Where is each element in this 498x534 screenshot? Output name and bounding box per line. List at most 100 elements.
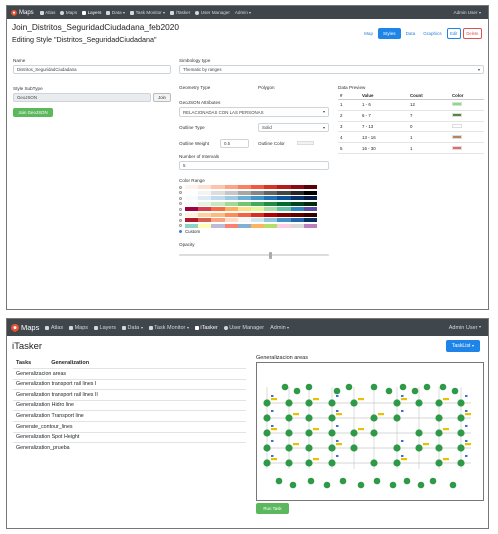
nav-task-monitor[interactable]: Task Monitor [148, 325, 189, 331]
color-ramp-swatch [250, 196, 265, 200]
nav-maps[interactable]: Maps [69, 325, 88, 331]
workflow-node [328, 399, 336, 407]
outline-type-label: Outline Type [179, 125, 205, 130]
nav-user-manager[interactable]: User Manager [195, 10, 230, 15]
tasklist-button[interactable]: TaskList [445, 340, 480, 352]
opacity-slider-thumb[interactable] [269, 251, 272, 259]
tab-map[interactable]: Map [361, 29, 376, 38]
color-range-option[interactable] [179, 185, 317, 189]
nav-itasker[interactable]: iTasker [170, 10, 190, 15]
monitor-icon [148, 325, 153, 330]
task-item[interactable]: Generalization Transport line [13, 410, 246, 420]
color-range-custom[interactable]: Custom [179, 229, 200, 234]
color-range-option[interactable] [179, 201, 317, 206]
nav-layers-label: Layers [87, 10, 102, 15]
outline-type-value: Solid [262, 125, 272, 130]
nav-layers[interactable]: Layers [82, 10, 101, 15]
run-task-button[interactable]: Run Task [256, 503, 289, 514]
color-range-radio[interactable] [179, 207, 182, 211]
nav-user-manager[interactable]: User Manager [223, 325, 264, 331]
brand-logo[interactable]: Maps [11, 323, 39, 332]
color-ramp-swatch [264, 196, 278, 200]
color-ramp-swatch [250, 207, 265, 211]
color-ramp-swatch [198, 190, 212, 195]
outline-color-picker[interactable] [297, 141, 314, 145]
nav-admin[interactable]: Admin [235, 10, 252, 15]
color-range-radio[interactable] [179, 224, 182, 227]
user-menu[interactable]: Admin User [449, 325, 481, 331]
color-range-option[interactable] [179, 218, 317, 222]
workflow-node [411, 387, 419, 395]
custom-radio[interactable] [179, 230, 182, 233]
wand-icon [170, 10, 175, 15]
color-ramp-swatch [185, 218, 199, 222]
workflow-node [305, 459, 313, 467]
name-input[interactable]: Distritos_SeguridadCiudadana [13, 65, 171, 74]
color-ramp-swatch [185, 185, 199, 189]
color-range-option[interactable] [179, 223, 317, 228]
range-color-swatch[interactable] [452, 102, 462, 107]
nav-data[interactable]: Data [122, 325, 143, 331]
color-range-option[interactable] [179, 196, 317, 200]
edit-button[interactable]: Edit [446, 28, 461, 39]
workflow-node [393, 399, 401, 407]
task-item[interactable]: Generate_contour_lines [13, 421, 246, 431]
simbology-type-select[interactable]: Thematic by ranges [179, 65, 484, 74]
nav-itasker[interactable]: iTasker [194, 325, 218, 331]
style-subtype-input[interactable]: GeoJSON [13, 93, 151, 102]
color-range-radio[interactable] [179, 213, 182, 216]
nav-admin[interactable]: Admin [270, 325, 290, 331]
task-item[interactable]: Generalization transport rail lines I [13, 378, 246, 389]
color-range-radio[interactable] [179, 191, 182, 194]
delete-button[interactable]: Delete [462, 28, 482, 39]
range-color-swatch[interactable] [452, 145, 462, 150]
color-ramp-swatch [290, 190, 304, 195]
color-range-radio[interactable] [179, 202, 182, 205]
task-item[interactable]: Generalization Hidro line [13, 399, 246, 410]
range-color-swatch[interactable] [452, 123, 462, 128]
color-range-option[interactable] [179, 207, 317, 211]
color-ramp-swatch [211, 201, 225, 206]
color-range-option[interactable] [179, 190, 317, 195]
table-cell: 3 [338, 121, 360, 133]
nav-layers[interactable]: Layers [94, 325, 116, 331]
number-of-intervals-input[interactable]: 5 [179, 161, 329, 170]
task-label-marker [271, 410, 274, 412]
task-item[interactable]: Generalization transport rail lines II [13, 389, 246, 399]
range-color-swatch[interactable] [452, 113, 462, 118]
tab-styles[interactable]: Styles [378, 28, 401, 39]
task-item[interactable]: Generalizacion areas [13, 368, 246, 378]
geojson-attributes-select[interactable]: RELACIONADAS CON LAS PERSONAS [179, 107, 329, 117]
nav-maps[interactable]: Maps [60, 10, 77, 15]
tab-graphics[interactable]: Graphics [420, 29, 444, 38]
task-label-marker [336, 455, 339, 457]
color-ramp-swatch [224, 201, 238, 206]
workflow-diagram[interactable] [256, 362, 484, 501]
nav-atlas[interactable]: Atlas [45, 325, 63, 331]
geometry-type-label: Geometry Type [179, 85, 211, 90]
task-label-marker [313, 458, 319, 461]
nav-task-monitor[interactable]: Task Monitor [130, 10, 166, 15]
brand-logo[interactable]: Maps [11, 9, 34, 16]
color-range-option[interactable] [179, 212, 317, 217]
nav-data[interactable]: Data [106, 10, 126, 15]
task-item[interactable]: Generalization Spot Height [13, 431, 246, 442]
join-geojson-button[interactable]: Join GeoJSON [13, 108, 53, 117]
color-range-radio[interactable] [179, 196, 182, 200]
join-small-button[interactable]: Join [153, 93, 171, 102]
opacity-slider[interactable] [179, 251, 329, 259]
range-color-swatch[interactable] [452, 134, 462, 139]
nav-atlas[interactable]: Atlas [39, 10, 55, 15]
tab-data[interactable]: Data [403, 29, 419, 38]
outline-weight-input[interactable]: 0.5 [220, 139, 249, 148]
color-ramp-swatch [277, 218, 291, 222]
chevron-down-icon [140, 326, 143, 329]
user-menu[interactable]: Admin User [454, 10, 481, 15]
task-item[interactable]: Generalization_prueba [13, 442, 246, 452]
task-label-marker [401, 410, 404, 412]
color-range-radio[interactable] [179, 185, 182, 189]
outline-type-select[interactable]: Solid [258, 123, 329, 132]
brand-text: Maps [21, 323, 40, 332]
color-range-radio[interactable] [179, 218, 182, 222]
task-label-marker [293, 443, 299, 446]
